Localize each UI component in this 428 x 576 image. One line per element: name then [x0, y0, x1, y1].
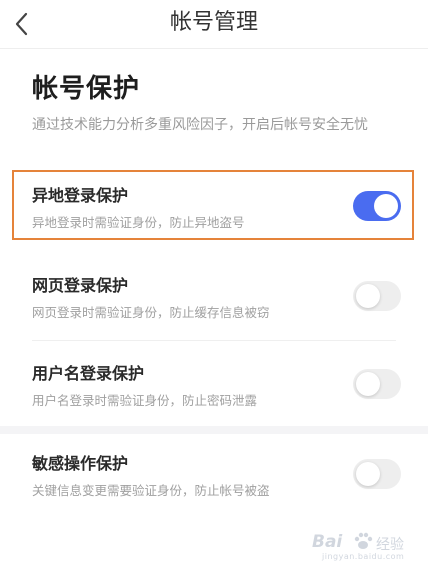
- setting-row-username-login: 用户名登录保护 用户名登录时需验证身份，防止密码泄露: [0, 352, 428, 420]
- baidu-jingyan-watermark: Bai 经验 jingyan.baidu.com: [312, 526, 424, 564]
- setting-row-web-login: 网页登录保护 网页登录时需验证身份，防止缓存信息被窃: [0, 264, 428, 332]
- setting-title: 异地登录保护: [32, 186, 129, 205]
- nav-divider: [0, 48, 428, 49]
- setting-title: 敏感操作保护: [32, 454, 129, 473]
- group-separator: [0, 426, 428, 434]
- toggle-knob: [356, 372, 380, 396]
- setting-description: 网页登录时需验证身份，防止缓存信息被窃: [32, 305, 270, 320]
- nav-bar: 帐号管理: [0, 0, 428, 48]
- setting-title: 网页登录保护: [32, 276, 129, 295]
- row-divider: [32, 340, 396, 341]
- setting-description: 关键信息变更需要验证身份，防止帐号被盗: [32, 483, 270, 498]
- setting-description: 用户名登录时需验证身份，防止密码泄露: [32, 393, 258, 408]
- watermark-suffix: 经验: [376, 537, 404, 553]
- sensitive-operation-toggle[interactable]: [353, 459, 401, 489]
- page-title: 帐号管理: [169, 10, 258, 35]
- toggle-knob: [374, 194, 398, 218]
- web-login-toggle[interactable]: [353, 281, 401, 311]
- toggle-knob: [356, 284, 380, 308]
- username-login-toggle[interactable]: [353, 369, 401, 399]
- setting-row-sensitive-operation: 敏感操作保护 关键信息变更需要验证身份，防止帐号被盗: [0, 442, 428, 510]
- setting-row-remote-login: 异地登录保护 异地登录时需验证身份，防止异地盗号: [0, 174, 428, 242]
- setting-description: 异地登录时需验证身份，防止异地盗号: [32, 215, 245, 230]
- paw-icon: [352, 530, 374, 556]
- toggle-knob: [356, 462, 380, 486]
- setting-title: 用户名登录保护: [32, 364, 145, 383]
- watermark-url: jingyan.baidu.com: [322, 552, 405, 561]
- watermark-brand: Bai: [312, 532, 343, 552]
- remote-login-toggle[interactable]: [353, 191, 401, 221]
- section-description: 通过技术能力分析多重风险因子，开启后帐号安全无忧: [32, 117, 368, 133]
- section-title: 帐号保护: [32, 74, 141, 104]
